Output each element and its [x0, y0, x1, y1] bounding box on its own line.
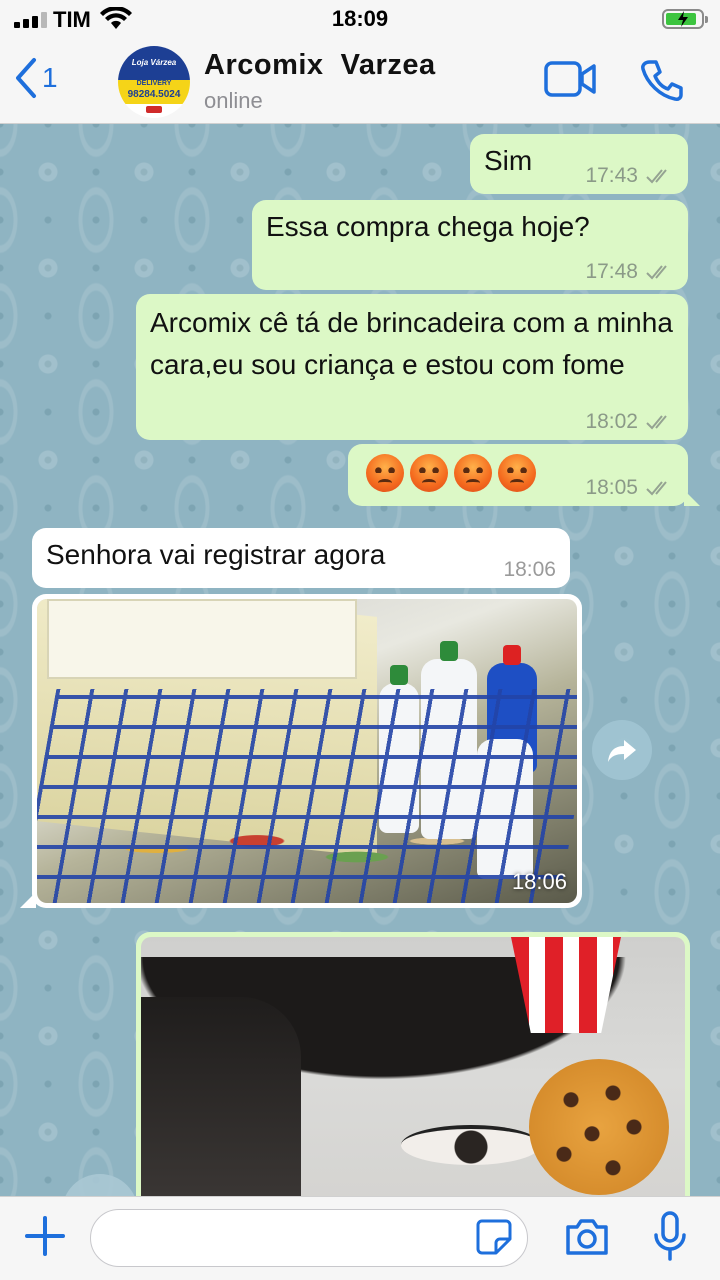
- selfie-photo[interactable]: [141, 937, 685, 1196]
- message-input-bar: [0, 1196, 720, 1280]
- microphone-icon: [654, 1211, 686, 1261]
- message-time: 17:48: [585, 260, 638, 283]
- message-text: Senhora vai registrar agora: [46, 539, 386, 570]
- message-meta: 17:43: [585, 164, 674, 188]
- double-check-icon: [646, 265, 667, 280]
- voice-call-button[interactable]: [640, 58, 684, 107]
- message-time: 17:43: [585, 164, 638, 187]
- scroll-indicator: [62, 1174, 138, 1196]
- video-camera-icon: [544, 61, 596, 97]
- angry-emoji-icons: [366, 454, 542, 492]
- image-message-incoming[interactable]: 18:06: [20, 594, 582, 908]
- video-call-button[interactable]: [544, 60, 596, 103]
- sticker-button[interactable]: [476, 1219, 512, 1260]
- cookie-sticker: [529, 1059, 669, 1195]
- camera-icon: [566, 1219, 608, 1255]
- angry-face-icon: [410, 454, 448, 492]
- double-check-icon: [646, 415, 667, 430]
- back-button[interactable]: 1: [14, 56, 58, 100]
- unread-count: 1: [42, 62, 58, 93]
- message-time: 18:05: [585, 476, 638, 499]
- message-text: Sim: [484, 145, 533, 176]
- message-time: 18:06: [503, 558, 556, 581]
- message-input[interactable]: [90, 1209, 528, 1267]
- bubble-tail: [20, 892, 36, 908]
- avatar-store-label: Loja Várzea: [118, 46, 190, 80]
- plus-icon: [25, 1216, 65, 1256]
- cart-basket: [37, 689, 577, 903]
- bubble-tail: [684, 490, 700, 506]
- message-text: Essa compra chega hoje?: [266, 211, 590, 242]
- shopping-cart-photo[interactable]: 18:06: [37, 599, 577, 903]
- phone-icon: [641, 60, 683, 101]
- double-check-icon: [646, 481, 667, 496]
- message-bubble-outgoing[interactable]: 😡😡😡😡 18:05: [348, 444, 700, 506]
- clock: 18:09: [331, 6, 389, 31]
- contact-name[interactable]: Arcomix Varzea: [204, 49, 436, 82]
- microphone-button[interactable]: [652, 1211, 688, 1268]
- attach-button[interactable]: [24, 1215, 66, 1262]
- message-meta: 18:06: [503, 558, 556, 582]
- message-bubble-outgoing[interactable]: Arcomix cê tá de brincadeira com a minha…: [136, 294, 688, 440]
- sticker-icon: [476, 1219, 512, 1255]
- contact-status: online: [204, 88, 263, 113]
- image-time: 18:06: [511, 869, 567, 894]
- avatar-logo-mark: [146, 106, 162, 113]
- message-meta: 18:02: [585, 410, 674, 434]
- angry-face-icon: [498, 454, 536, 492]
- avatar[interactable]: Loja Várzea DELIVERY 98284.5024: [118, 46, 190, 118]
- forward-button[interactable]: [592, 720, 652, 780]
- forward-arrow-icon: [608, 740, 636, 762]
- status-bar: TIM 18:09: [0, 0, 720, 40]
- message-meta: 17:48: [585, 260, 674, 284]
- message-bubble-outgoing[interactable]: Essa compra chega hoje? 17:48: [252, 200, 688, 290]
- chevron-left-icon: [16, 58, 36, 98]
- message-bubble-incoming[interactable]: Senhora vai registrar agora 18:06: [32, 528, 570, 588]
- angry-face-icon: [366, 454, 404, 492]
- battery-icon: [662, 9, 708, 29]
- avatar-phone-label: 98284.5024: [127, 89, 181, 100]
- image-message-outgoing[interactable]: [136, 932, 690, 1196]
- chat-area[interactable]: Sim 17:43 Essa compra chega hoje? 17:48 …: [0, 124, 720, 1196]
- chat-header: 1 Loja Várzea DELIVERY 98284.5024 Arcomi…: [0, 40, 720, 124]
- message-meta: 18:05: [585, 476, 674, 500]
- message-bubble-outgoing[interactable]: Sim 17:43: [470, 134, 688, 194]
- message-text: Arcomix cê tá de brincadeira com a minha…: [150, 307, 681, 380]
- double-check-icon: [646, 169, 667, 184]
- message-time: 18:02: [585, 410, 638, 433]
- angry-face-icon: [454, 454, 492, 492]
- avatar-delivery-label: DELIVERY: [136, 80, 172, 87]
- camera-button[interactable]: [564, 1217, 610, 1262]
